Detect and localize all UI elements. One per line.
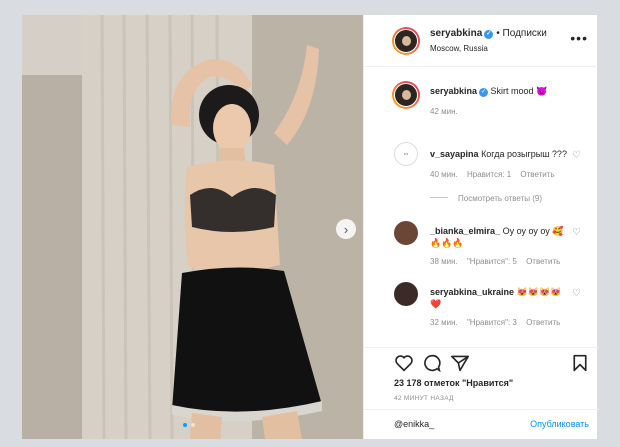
author-username[interactable]: seryabkina xyxy=(430,28,482,39)
comment-text-line: seryabkina_ukraine 😻😻😻😻❤️ xyxy=(430,286,570,310)
comment-meta: 40 мин. Нравится: 1 Ответить xyxy=(430,170,562,179)
caption-meta: 42 мин. xyxy=(430,107,465,116)
post-time[interactable]: 42 МИНУТ НАЗАД xyxy=(394,395,454,402)
caption-text: Skirt mood 😈 xyxy=(490,86,548,96)
comment-likes[interactable]: "Нравится": 5 xyxy=(467,257,517,266)
reply-button[interactable]: Ответить xyxy=(520,170,554,179)
comment-username[interactable]: _bianka_elmira_ xyxy=(430,226,500,236)
comment-username[interactable]: seryabkina_ukraine xyxy=(430,287,514,297)
verified-icon: ✓ xyxy=(479,88,489,97)
verified-icon: ✓ xyxy=(484,30,494,39)
carousel-indicator xyxy=(183,423,195,427)
caption-username[interactable]: seryabkina xyxy=(430,86,477,96)
reply-button[interactable]: Ответить xyxy=(526,318,560,327)
author-avatar[interactable] xyxy=(392,27,420,55)
comment-username[interactable]: v_sayapina xyxy=(430,149,479,159)
commenter-avatar[interactable] xyxy=(394,221,418,245)
comment-icon[interactable] xyxy=(422,354,442,372)
comment-meta: 32 мин. "Нравится": 3 Ответить xyxy=(430,318,567,327)
heart-icon[interactable]: ♡ xyxy=(572,227,581,238)
likes-count[interactable]: 23 178 отметок "Нравится" xyxy=(394,378,513,388)
post-header: seryabkina ✓ • Подписки Moscow, Russia ••• xyxy=(364,15,598,67)
comment-text-line: v_sayapina Когда розыгрыш ??? xyxy=(430,148,570,160)
author-line: seryabkina ✓ • Подписки xyxy=(430,28,547,39)
comments-list: seryabkina ✓ Skirt mood 😈 42 мин. ••• v_s… xyxy=(364,67,599,347)
post-side-panel: seryabkina ✓ • Подписки Moscow, Russia •••… xyxy=(363,15,599,439)
comment-composer: @enikka_ Опубликовать xyxy=(364,409,599,440)
comment-input[interactable]: @enikka_ xyxy=(394,419,434,429)
comment-likes[interactable]: "Нравится": 3 xyxy=(467,318,517,327)
heart-icon[interactable]: ♡ xyxy=(572,150,581,161)
bookmark-icon[interactable] xyxy=(572,354,588,372)
carousel-dot xyxy=(191,423,195,427)
heart-icon[interactable]: ♡ xyxy=(572,288,581,299)
comment-text-line: _bianka_elmira_ Оу оу оу оу 🥰🔥🔥🔥 xyxy=(430,225,570,249)
comment-time[interactable]: 38 мин. xyxy=(430,257,458,266)
photo-illustration xyxy=(22,15,363,439)
caption-avatar[interactable] xyxy=(392,81,420,109)
following-label[interactable]: • Подписки xyxy=(496,28,547,39)
comment-likes[interactable]: Нравится: 1 xyxy=(467,170,511,179)
carousel-dot-active xyxy=(183,423,187,427)
like-heart-icon[interactable] xyxy=(394,354,414,372)
reply-button[interactable]: Ответить xyxy=(526,257,560,266)
post-actions: 23 178 отметок "Нравится" 42 МИНУТ НАЗАД… xyxy=(364,347,599,439)
more-horizontal-icon[interactable]: ••• xyxy=(570,30,588,46)
post-window: › seryabkina ✓ • Подписки Moscow, Russia •… xyxy=(21,14,599,440)
caption-text-line: seryabkina ✓ Skirt mood 😈 xyxy=(430,85,570,97)
share-icon[interactable] xyxy=(450,354,470,372)
comment-time[interactable]: 40 мин. xyxy=(430,170,458,179)
post-photo[interactable]: › xyxy=(22,15,363,439)
post-location[interactable]: Moscow, Russia xyxy=(430,44,488,53)
publish-button[interactable]: Опубликовать xyxy=(530,419,589,429)
comment-meta: 38 мин. "Нравится": 5 Ответить xyxy=(430,257,567,266)
commenter-avatar[interactable] xyxy=(394,282,418,306)
caption-time[interactable]: 42 мин. xyxy=(430,107,458,116)
comment-text: Когда розыгрыш ??? xyxy=(481,149,567,159)
view-replies-button[interactable]: Посмотреть ответы (9) xyxy=(430,194,542,203)
next-photo-button[interactable]: › xyxy=(336,219,356,239)
comment-time[interactable]: 32 мин. xyxy=(430,318,458,327)
commenter-avatar[interactable]: ••• xyxy=(394,142,418,166)
